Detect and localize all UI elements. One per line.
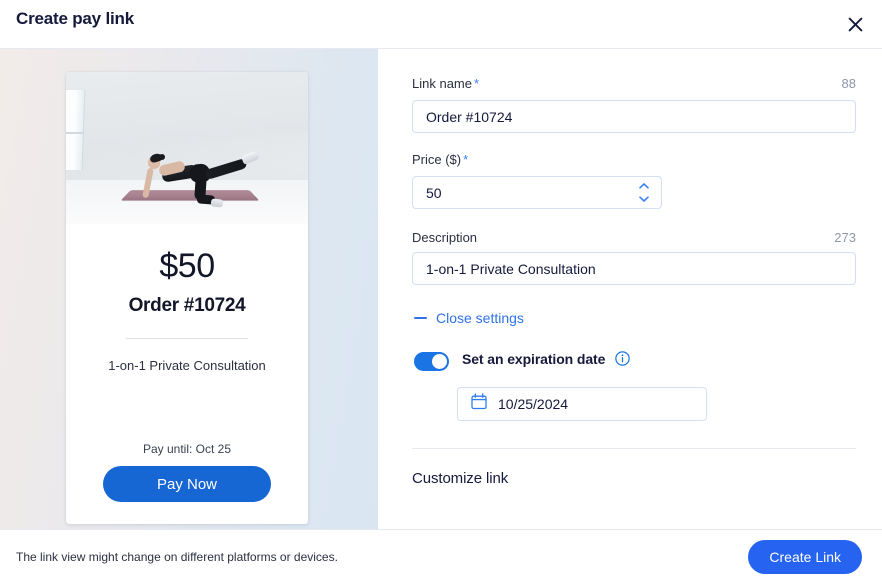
close-icon [848,17,863,32]
description-label-row: Description 273 [412,230,856,245]
preview-card-footer: Pay until: Oct 25 Pay Now [66,442,308,524]
pay-now-button[interactable]: Pay Now [103,466,271,502]
modal-header: Create pay link [0,0,882,49]
photo-window [66,90,86,170]
price-input[interactable] [412,176,662,209]
price-stepper[interactable] [638,182,650,203]
close-settings-label: Close settings [436,310,524,326]
expiration-date-input[interactable]: 10/25/2024 [457,387,707,421]
link-preview-panel: $50 Order #10724 1-on-1 Private Consulta… [0,49,378,529]
photo-floor [66,180,308,224]
info-icon[interactable] [614,351,630,371]
expiration-date-value: 10/25/2024 [498,396,569,412]
description-label: Description [412,230,478,245]
photo-figure-bun [159,154,165,160]
modal-body: $50 Order #10724 1-on-1 Private Consulta… [0,49,882,529]
modal-footer: The link view might change on different … [0,529,882,583]
close-settings-toggle-link[interactable]: Close settings [414,310,524,326]
page-title: Create pay link [16,9,134,28]
link-settings-form: Link name* 88 Price ($)* [378,49,882,529]
price-input-wrap [412,176,662,209]
toggle-knob [432,353,447,369]
preview-divider [126,338,248,340]
description-char-counter: 273 [834,230,856,245]
link-name-label: Link name * [412,76,480,91]
chevron-down-icon [639,196,649,202]
link-name-label-row: Link name * 88 [412,75,856,93]
required-asterisk: * [473,76,480,91]
required-asterisk: * [463,152,469,167]
link-name-char-counter: 88 [841,76,856,91]
pay-link-preview-card: $50 Order #10724 1-on-1 Private Consulta… [66,72,308,524]
preview-description: 1-on-1 Private Consultation [108,358,266,374]
close-button[interactable] [837,6,873,42]
preview-photo [66,72,308,224]
customize-link-heading: Customize link [412,470,509,487]
expiration-label: Set an expiration date [462,351,606,367]
preview-pay-until: Pay until: Oct 25 [142,442,232,456]
price-label: Price ($) * [412,152,469,167]
description-input[interactable] [412,252,856,285]
price-label-row: Price ($) * [412,151,856,169]
chevron-up-icon [639,183,649,189]
photo-figure-shoe-down [210,198,224,208]
minus-icon [414,317,427,319]
expiration-label-group: Set an expiration date [462,351,630,371]
expiration-date-toggle[interactable] [414,351,449,371]
calendar-icon [471,393,487,415]
photo-yoga-mat [120,190,260,201]
footer-note: The link view might change on different … [16,549,338,564]
create-link-button[interactable]: Create Link [748,539,862,574]
form-section-divider [412,448,856,449]
link-name-field: Link name * 88 [412,75,856,133]
price-field: Price ($) * [412,151,856,209]
preview-price: $50 [159,247,215,285]
preview-card-body: $50 Order #10724 1-on-1 Private Consulta… [66,224,308,442]
expiration-toggle-row: Set an expiration date [414,351,856,371]
preview-link-name: Order #10724 [128,295,246,317]
link-name-input[interactable] [412,100,856,133]
create-pay-link-modal: Create pay link $50 Order #10724 1-on-1 … [0,0,882,583]
description-field: Description 273 [412,230,856,285]
